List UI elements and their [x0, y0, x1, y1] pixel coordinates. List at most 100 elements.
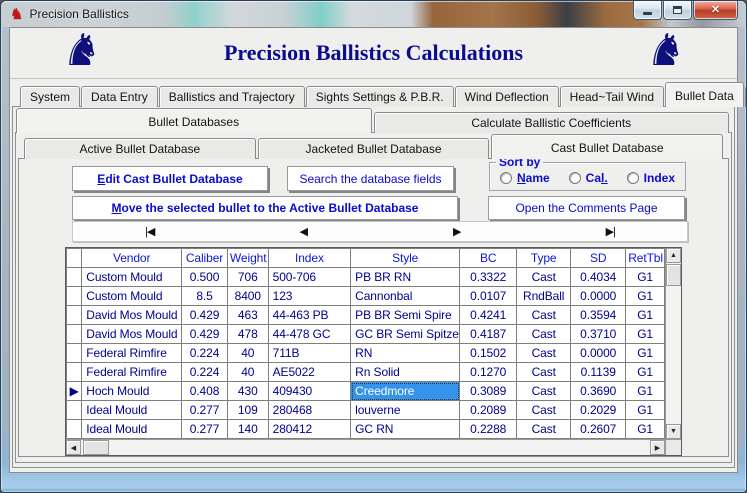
tab-jacketed-bullet-database[interactable]: Jacketed Bullet Database: [258, 138, 490, 159]
grid-cell[interactable]: 0.277: [182, 420, 228, 439]
nav-prior-button[interactable]: ◀: [227, 225, 381, 238]
nav-last-button[interactable]: ▶|: [534, 225, 688, 238]
grid-cell[interactable]: Hoch Mould: [82, 382, 182, 401]
grid-cell[interactable]: G1: [626, 268, 665, 287]
grid-cell[interactable]: Cast: [517, 382, 571, 401]
grid-cell[interactable]: Ideal Mould: [82, 401, 182, 420]
column-header-vendor[interactable]: Vendor: [82, 249, 182, 268]
grid-cell[interactable]: G1: [626, 306, 665, 325]
grid-cell[interactable]: Federal Rimfire: [82, 363, 182, 382]
open-comments-page-button[interactable]: Open the Comments Page: [488, 196, 685, 220]
horizontal-scrollbar[interactable]: ◀ ▶: [66, 439, 665, 455]
grid-cell[interactable]: louverne: [351, 401, 460, 420]
grid-cell[interactable]: 280468: [268, 401, 351, 420]
grid-cell[interactable]: Custom Mould: [82, 287, 182, 306]
column-header-type[interactable]: Type: [517, 249, 571, 268]
nav-first-button[interactable]: |◀: [73, 225, 227, 238]
grid-cell[interactable]: GC BR Semi Spitzer: [351, 325, 460, 344]
grid-cell[interactable]: PB BR RN: [351, 268, 460, 287]
tab-wind-deflection[interactable]: Wind Deflection: [455, 86, 559, 107]
grid-cell[interactable]: 0.1502: [460, 344, 517, 363]
grid-cell[interactable]: 0.3089: [460, 382, 517, 401]
grid-cell[interactable]: Cast: [517, 325, 571, 344]
grid-cell[interactable]: 0.2288: [460, 420, 517, 439]
column-header-index[interactable]: Index: [268, 249, 351, 268]
grid-cell[interactable]: Creedmore: [351, 382, 460, 401]
edit-cast-bullet-database-button[interactable]: Edit Cast Bullet Database: [72, 166, 268, 191]
tab-calculate-ballistic-coefficients[interactable]: Calculate Ballistic Coefficients: [374, 112, 730, 133]
grid-cell[interactable]: G1: [626, 363, 665, 382]
grid-cell[interactable]: 706: [227, 268, 268, 287]
column-header-rettbl[interactable]: RetTbl: [626, 249, 665, 268]
tab-head-tail-wind[interactable]: Head~Tail Wind: [560, 86, 664, 107]
column-header-style[interactable]: Style: [351, 249, 460, 268]
grid-cell[interactable]: 44-478 GC: [268, 325, 351, 344]
grid-cell[interactable]: 0.4241: [460, 306, 517, 325]
grid-cell[interactable]: 0.277: [182, 401, 228, 420]
column-header-bc[interactable]: BC: [460, 249, 517, 268]
minimize-button[interactable]: [633, 1, 662, 20]
tab-bullet-databases[interactable]: Bullet Databases: [16, 108, 372, 133]
grid-cell[interactable]: 0.429: [182, 306, 228, 325]
grid-cell[interactable]: 0.2607: [571, 420, 626, 439]
grid-cell[interactable]: 711B: [268, 344, 351, 363]
grid-cell[interactable]: 0.1139: [571, 363, 626, 382]
vertical-scrollbar[interactable]: ▲ ▼: [665, 248, 681, 439]
grid-cell[interactable]: 109: [227, 401, 268, 420]
grid-cell[interactable]: Cast: [517, 306, 571, 325]
grid-cell[interactable]: Custom Mould: [82, 268, 182, 287]
scroll-left-icon[interactable]: ◀: [66, 440, 81, 455]
grid-cell[interactable]: 40: [227, 344, 268, 363]
grid-cell[interactable]: 463: [227, 306, 268, 325]
grid-cell[interactable]: 0.0107: [460, 287, 517, 306]
grid-cell[interactable]: Cast: [517, 344, 571, 363]
scroll-right-icon[interactable]: ▶: [650, 440, 665, 455]
grid-cell[interactable]: G1: [626, 287, 665, 306]
column-header-weight[interactable]: Weight: [227, 249, 268, 268]
grid-cell[interactable]: Cast: [517, 401, 571, 420]
grid-cell[interactable]: Rn Solid: [351, 363, 460, 382]
sort-radio-index[interactable]: Index: [627, 171, 675, 185]
scroll-up-icon[interactable]: ▲: [666, 248, 681, 263]
grid-cell[interactable]: G1: [626, 344, 665, 363]
maximize-button[interactable]: [663, 1, 692, 20]
grid-cell[interactable]: G1: [626, 382, 665, 401]
grid-cell[interactable]: 0.3710: [571, 325, 626, 344]
sort-radio-cal[interactable]: Cal.: [569, 171, 608, 185]
grid-cell[interactable]: 44-463 PB: [268, 306, 351, 325]
grid-cell[interactable]: 0.3322: [460, 268, 517, 287]
horizontal-scroll-thumb[interactable]: [83, 440, 109, 455]
sort-radio-name[interactable]: Name: [500, 171, 550, 185]
tab-ballistics-trajectory[interactable]: Ballistics and Trajectory: [159, 86, 305, 107]
grid-cell[interactable]: PB BR Semi Spire: [351, 306, 460, 325]
vertical-scroll-thumb[interactable]: [666, 264, 681, 286]
grid-cell[interactable]: 0.500: [182, 268, 228, 287]
grid-cell[interactable]: 0.224: [182, 344, 228, 363]
grid-cell[interactable]: Cast: [517, 268, 571, 287]
nav-next-button[interactable]: ▶: [380, 225, 534, 238]
grid-cell[interactable]: 0.3594: [571, 306, 626, 325]
grid-cell[interactable]: 409430: [268, 382, 351, 401]
grid-cell[interactable]: RN: [351, 344, 460, 363]
grid-cell[interactable]: 0.429: [182, 325, 228, 344]
grid-cell[interactable]: RndBall: [517, 287, 571, 306]
grid-cell[interactable]: Cast: [517, 420, 571, 439]
grid-cell[interactable]: 0.224: [182, 363, 228, 382]
grid-cell[interactable]: Cannonbal: [351, 287, 460, 306]
grid-cell[interactable]: AE5022: [268, 363, 351, 382]
grid-cell[interactable]: 0.2029: [571, 401, 626, 420]
tab-cast-bullet-database[interactable]: Cast Bullet Database: [491, 134, 723, 159]
grid-cell[interactable]: 0.0000: [571, 287, 626, 306]
column-header-sd[interactable]: SD: [571, 249, 626, 268]
grid-cell[interactable]: 280412: [268, 420, 351, 439]
tab-sights-settings[interactable]: Sights Settings & P.B.R.: [306, 86, 454, 107]
grid-cell[interactable]: 0.408: [182, 382, 228, 401]
grid-cell[interactable]: 0.4187: [460, 325, 517, 344]
grid-cell[interactable]: David Mos Mould: [82, 306, 182, 325]
column-header-caliber[interactable]: Caliber: [182, 249, 228, 268]
tab-data-entry[interactable]: Data Entry: [81, 86, 158, 107]
tab-system[interactable]: System: [20, 86, 80, 107]
grid-cell[interactable]: 123: [268, 287, 351, 306]
grid-cell[interactable]: 0.1270: [460, 363, 517, 382]
grid-cell[interactable]: 0.4034: [571, 268, 626, 287]
